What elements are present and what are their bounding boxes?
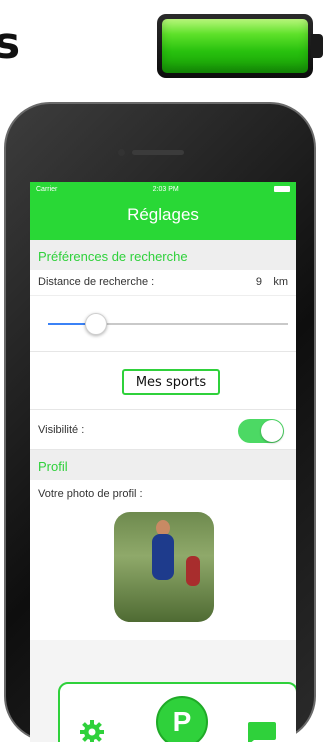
app-logo-icon[interactable]: P: [156, 696, 208, 742]
profile-photo[interactable]: [114, 512, 214, 622]
profile-photo-label: Votre photo de profil :: [38, 488, 143, 500]
distance-value: 9: [255, 276, 262, 288]
battery-icon: [157, 14, 323, 78]
page-title: Réglages: [127, 205, 199, 224]
tab-bar: P: [58, 682, 296, 742]
visibility-row: Visibilité :: [30, 410, 296, 450]
status-time: 2:03 PM: [152, 185, 179, 193]
chat-icon[interactable]: [244, 720, 278, 742]
distance-slider-track[interactable]: [48, 323, 288, 325]
distance-label: Distance de recherche :: [38, 276, 155, 288]
section-header-search: Préférences de recherche: [30, 240, 296, 270]
visibility-label: Visibilité :: [38, 424, 85, 436]
phone-screen: Carrier 2:03 PM Réglages Préférences de …: [30, 182, 296, 742]
status-battery-icon: [274, 186, 290, 192]
distance-row: Distance de recherche : 9 km: [30, 270, 296, 296]
front-camera: [118, 149, 125, 156]
visibility-toggle[interactable]: [238, 419, 284, 443]
navigation-bar: Carrier 2:03 PM Réglages: [30, 182, 296, 240]
visibility-toggle-knob: [261, 420, 283, 442]
distance-unit: km: [273, 276, 288, 288]
status-bar: Carrier 2:03 PM: [30, 182, 296, 196]
sports-button-row: Mes sports: [30, 352, 296, 410]
header-text-fragment: s: [0, 18, 21, 69]
gear-icon[interactable]: [80, 720, 104, 742]
section-header-profile: Profil: [30, 450, 296, 480]
phone-frame: Carrier 2:03 PM Réglages Préférences de …: [4, 102, 316, 742]
distance-slider-row: [30, 296, 296, 352]
mes-sports-button[interactable]: Mes sports: [122, 369, 220, 395]
distance-slider-thumb[interactable]: [85, 313, 107, 335]
profile-photo-row: Votre photo de profil :: [30, 480, 296, 640]
carrier-label: Carrier: [36, 185, 58, 193]
speaker-grille: [132, 150, 184, 155]
